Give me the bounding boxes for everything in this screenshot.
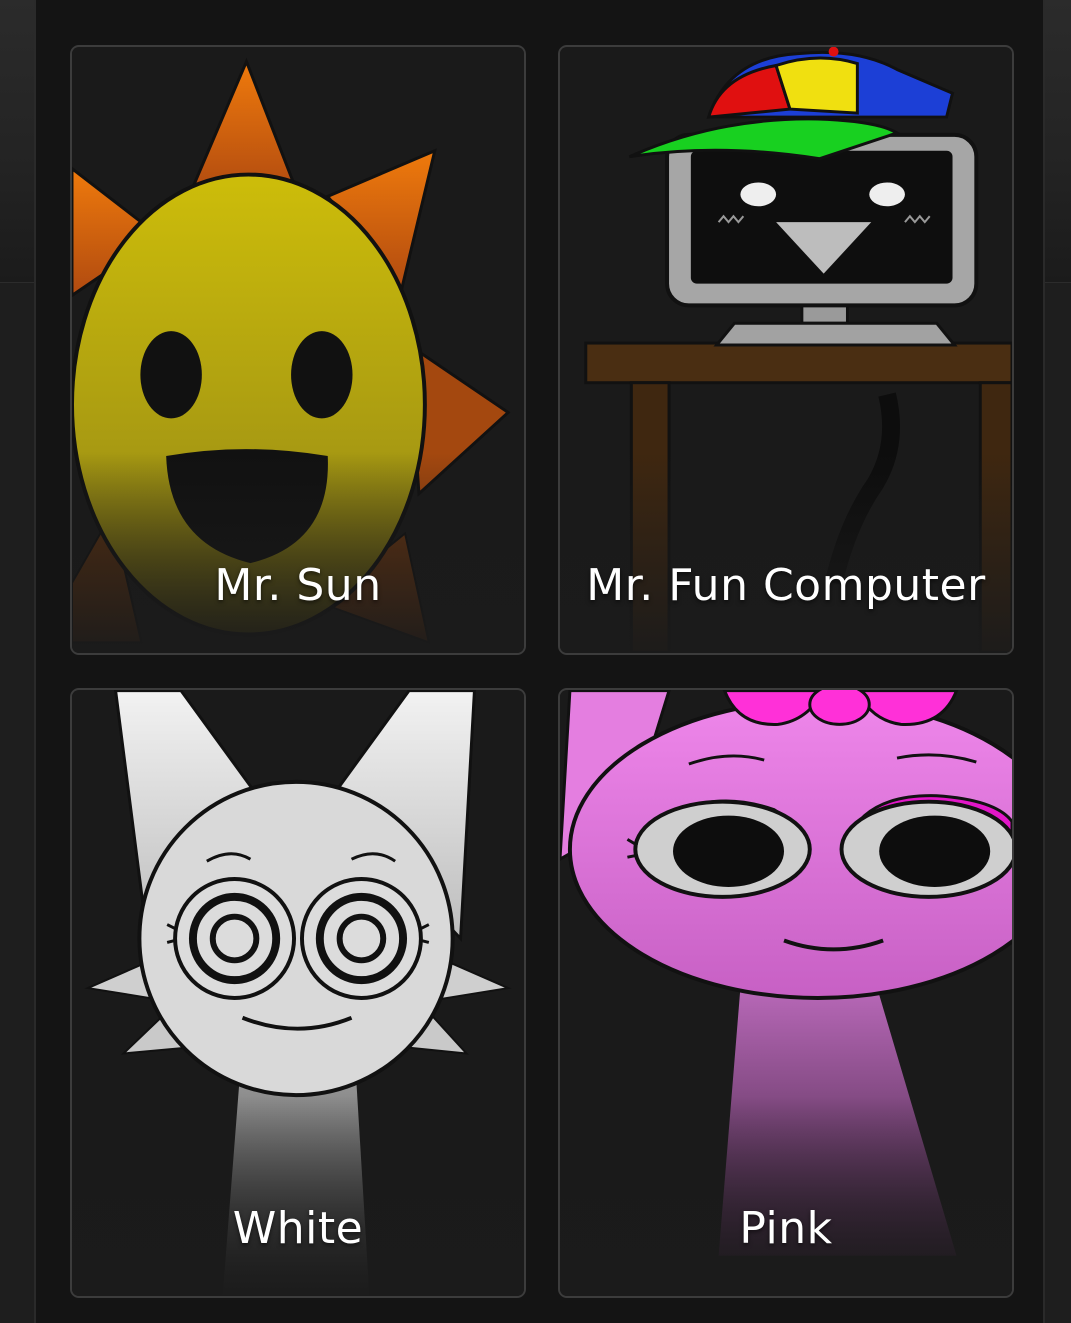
character-panel: Mr. Sun Mr. Fun Computer White Pink [34,0,1045,1323]
character-name-label: Pink [739,1203,833,1254]
card-shade [72,1096,524,1296]
character-card-mr-fun-computer[interactable]: Mr. Fun Computer [558,45,1014,655]
character-name-label: White [232,1203,364,1254]
page: Mr. Sun Mr. Fun Computer White Pink [0,0,1071,1323]
card-shade [72,453,524,653]
card-shade [560,453,1012,653]
character-grid: Mr. Sun Mr. Fun Computer White Pink [70,45,1014,1298]
character-name-label: Mr. Sun [214,560,382,611]
character-card-mr-sun[interactable]: Mr. Sun [70,45,526,655]
character-card-pink[interactable]: Pink [558,688,1014,1298]
character-card-white[interactable]: White [70,688,526,1298]
character-name-label: Mr. Fun Computer [586,560,986,611]
background-top-left [0,0,34,283]
card-shade [560,1096,1012,1296]
